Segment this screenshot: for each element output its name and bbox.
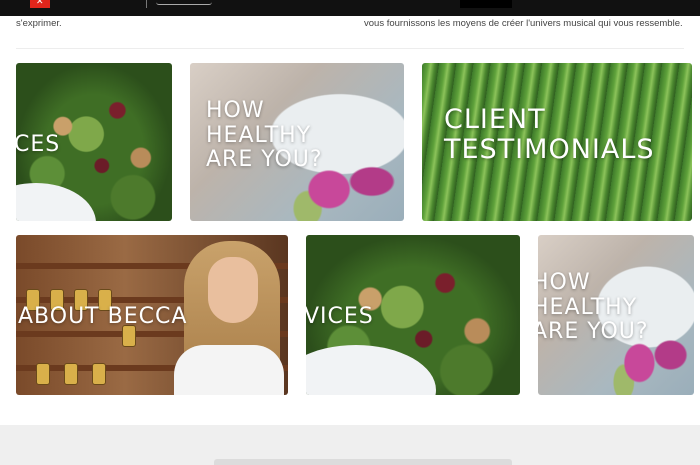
portrait-face	[208, 257, 258, 323]
portrait-shirt	[174, 345, 284, 395]
tile-how-healthy[interactable]: HOW HEALTHY ARE YOU?	[190, 63, 404, 221]
jar-image	[92, 363, 106, 385]
tile-services-2[interactable]: VICES	[306, 235, 520, 395]
footer-bar	[214, 459, 512, 465]
jar-image	[64, 363, 78, 385]
tile-about-becca[interactable]: ABOUT BECCA	[16, 235, 288, 395]
logo-divider	[146, 0, 147, 8]
intro-text-left: s'exprimer.	[16, 18, 62, 29]
logo-mark-icon: ✕	[36, 0, 44, 7]
tile-how-healthy-2[interactable]: HOW HEALTHY ARE YOU?	[538, 235, 694, 395]
top-bar-button[interactable]	[460, 0, 512, 8]
jar-image	[36, 363, 50, 385]
brand-logo-icon[interactable]: ✕	[30, 0, 50, 8]
tile-client-testimonials-label: CLIENT TESTIMONIALS	[444, 104, 655, 166]
tile-client-testimonials[interactable]: CLIENT TESTIMONIALS	[422, 63, 692, 221]
footer-section	[0, 425, 700, 465]
tile-services[interactable]: CES	[16, 63, 172, 221]
tile-services-label: CES	[16, 132, 61, 157]
tile-services-2-label: VICES	[306, 304, 374, 329]
tile-how-healthy-2-label: HOW HEALTHY ARE YOU?	[538, 270, 649, 345]
signature-logo[interactable]	[156, 2, 212, 5]
section-divider	[16, 48, 684, 49]
plate-image	[16, 183, 96, 221]
tile-about-becca-label: ABOUT BECCA	[18, 304, 188, 329]
tile-how-healthy-label: HOW HEALTHY ARE YOU?	[206, 98, 323, 173]
top-navigation-bar: ✕	[0, 0, 700, 16]
intro-text-right: vous fournissons les moyens de créer l'u…	[364, 18, 683, 29]
plate-image	[306, 345, 436, 395]
